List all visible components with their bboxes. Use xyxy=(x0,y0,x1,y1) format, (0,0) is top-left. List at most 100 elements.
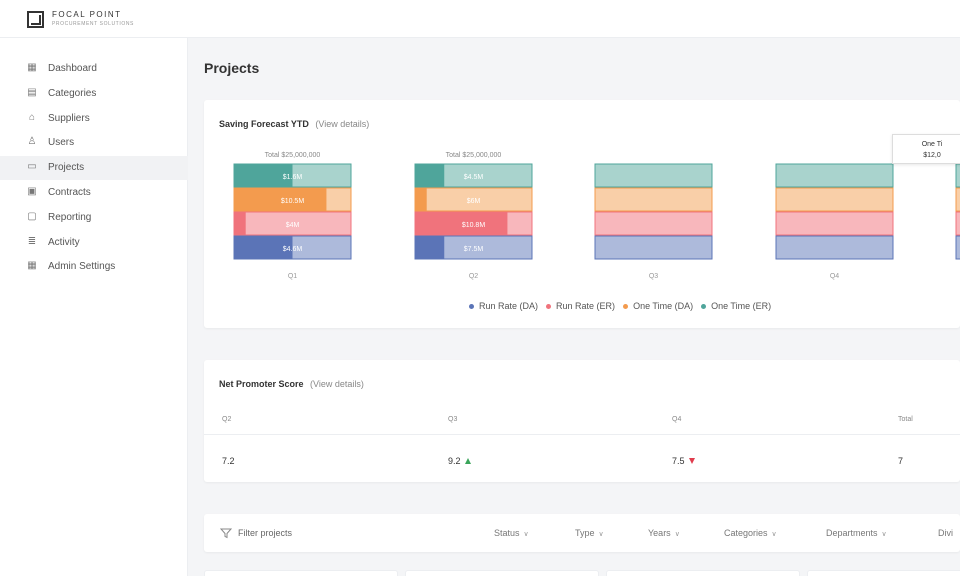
bar-segment-fill xyxy=(415,236,445,259)
nps-value-q4: 7.5 xyxy=(672,456,695,466)
nps-title-text: Net Promoter Score xyxy=(219,379,304,389)
sidebar-item-label: Reporting xyxy=(48,211,92,223)
admin-settings-icon: ▦ xyxy=(27,260,37,272)
departments-dropdown-label: Departments xyxy=(826,528,878,538)
years-dropdown-label: Years xyxy=(648,528,671,538)
nps-card: Net Promoter Score (View details) Q2 Q3 … xyxy=(204,360,960,482)
bar-segment-fill xyxy=(415,188,427,211)
legend-label: Run Rate (DA) xyxy=(479,301,539,311)
sidebar: ▦ Dashboard ▤ Categories ⌂ Suppliers ♙ Users ▭ Pr… xyxy=(0,38,188,576)
nps-value-q4-text: 7.5 xyxy=(672,456,685,466)
chevron-down-icon: ∨ xyxy=(881,531,887,538)
nps-value-total: 7 xyxy=(898,456,903,466)
bar-value-label: $4.5M xyxy=(464,174,484,181)
chevron-down-icon: ∨ xyxy=(674,531,680,538)
nps-column-q2: Q2 xyxy=(222,416,232,423)
legend-dot-icon xyxy=(546,304,552,310)
categories-dropdown[interactable]: Categories ∨ xyxy=(724,528,777,538)
sidebar-item-reporting[interactable]: ▢ Reporting xyxy=(0,206,188,230)
sidebar-item-activity[interactable]: ≣ Activity xyxy=(0,231,188,255)
legend-item[interactable]: Run Rate (DA) xyxy=(469,301,538,311)
legend-label: One Time (ER) xyxy=(711,301,772,311)
filter-projects-input[interactable]: Filter projects xyxy=(238,528,292,538)
legend-dot-icon xyxy=(623,304,629,310)
sidebar-item-label: Categories xyxy=(48,87,97,99)
project-card[interactable] xyxy=(405,570,599,576)
contracts-icon: ▣ xyxy=(27,186,37,197)
bar-segment xyxy=(955,211,960,236)
nps-value-q2-text: 7.2 xyxy=(222,456,235,466)
project-card[interactable] xyxy=(807,570,960,576)
bar-segment xyxy=(775,163,894,188)
bar-segment xyxy=(955,163,960,188)
status-dropdown[interactable]: Status ∨ xyxy=(494,528,529,538)
sidebar-item-contracts[interactable]: ▣ Contracts xyxy=(0,181,188,205)
sidebar-item-label: Activity xyxy=(48,236,80,248)
legend-dot-icon xyxy=(469,304,474,310)
dashboard-icon: ▦ xyxy=(27,62,37,73)
bar-segment xyxy=(955,187,960,212)
legend-item[interactable]: One Time (DA) xyxy=(623,301,693,311)
project-card[interactable] xyxy=(204,570,398,576)
legend-item[interactable]: Run Rate (ER) xyxy=(546,301,615,311)
x-axis-tick-label: Q4 xyxy=(830,273,839,280)
sidebar-item-label: Admin Settings xyxy=(48,261,116,273)
logo-icon xyxy=(27,11,44,28)
nps-value-total-text: 7 xyxy=(898,456,904,466)
type-dropdown-label: Type xyxy=(575,528,595,538)
projects-icon: ▭ xyxy=(27,161,37,173)
chevron-down-icon: ∨ xyxy=(598,531,604,538)
years-dropdown[interactable]: Years ∨ xyxy=(648,528,680,538)
bar-value-label: $10.8M xyxy=(462,222,486,229)
departments-dropdown[interactable]: Departments ∨ xyxy=(826,528,887,538)
sidebar-item-suppliers[interactable]: ⌂ Suppliers xyxy=(0,107,188,131)
x-axis-tick-label: Q1 xyxy=(288,273,297,280)
bar-segment xyxy=(775,211,894,236)
division-dropdown[interactable]: Divi xyxy=(938,528,953,538)
sidebar-item-admin-settings[interactable]: ▦ Admin Settings xyxy=(0,255,188,279)
bar-value-label: $4.6M xyxy=(283,246,303,253)
tooltip-line-2: $12,0 xyxy=(923,152,941,159)
nps-view-details-link[interactable]: (View details) xyxy=(310,379,364,389)
suppliers-icon: ⌂ xyxy=(28,111,36,123)
nps-column-q4: Q4 xyxy=(672,416,682,423)
project-card[interactable] xyxy=(606,570,800,576)
nps-divider xyxy=(204,434,960,435)
bar-total-label: Total $25,000,000 xyxy=(265,152,321,159)
reporting-icon: ▢ xyxy=(27,210,37,222)
sidebar-item-users[interactable]: ♙ Users xyxy=(0,131,188,155)
nps-column-q3: Q3 xyxy=(448,416,458,423)
nps-column-total: Total xyxy=(898,416,913,423)
categories-dropdown-label: Categories xyxy=(724,528,768,538)
bar-segment-fill xyxy=(234,212,246,235)
saving-forecast-card: Saving Forecast YTD (View details) Total… xyxy=(204,100,960,328)
trend-down-icon xyxy=(688,458,695,464)
sidebar-item-label: Dashboard xyxy=(48,63,97,74)
x-axis-tick-label: Q2 xyxy=(469,273,478,280)
bar-segment xyxy=(775,187,894,212)
activity-icon: ≣ xyxy=(27,235,37,247)
legend-dot-icon xyxy=(701,304,707,310)
bar-segment-fill xyxy=(415,164,445,187)
chart-tooltip: One Ti $12,0 xyxy=(892,134,960,164)
bar-segment xyxy=(775,235,894,260)
categories-icon: ▤ xyxy=(27,86,37,98)
brand-name: FOCAL POINT xyxy=(52,10,122,19)
brand-subtitle: PROCUREMENT SOLUTIONS xyxy=(52,21,134,27)
nps-value-q2: 7.2 xyxy=(222,456,235,466)
filter-icon[interactable] xyxy=(220,527,232,539)
user-icon: ♙ xyxy=(27,136,37,148)
sidebar-item-categories[interactable]: ▤ Categories xyxy=(0,82,188,106)
bar-total-label: Total $25,000,000 xyxy=(446,152,502,159)
chevron-down-icon: ∨ xyxy=(771,531,777,538)
bar-value-label: $10.5M xyxy=(281,198,305,205)
saving-forecast-chart: Total $25,000,000 $1.6M $10.5M $4M $4.6M Q1 To… xyxy=(233,152,960,280)
type-dropdown[interactable]: Type ∨ xyxy=(575,528,604,538)
sidebar-item-dashboard[interactable]: ▦ Dashboard xyxy=(0,57,188,81)
bar-value-label: $4M xyxy=(286,222,300,229)
bar-segment xyxy=(594,163,713,188)
chart-legend: Run Rate (DA) Run Rate (ER) One Time (DA) O… xyxy=(469,301,779,311)
legend-item[interactable]: One Time (ER) xyxy=(701,301,771,311)
bar-segment xyxy=(594,235,713,260)
sidebar-item-projects[interactable]: ▭ Projects xyxy=(0,156,188,181)
